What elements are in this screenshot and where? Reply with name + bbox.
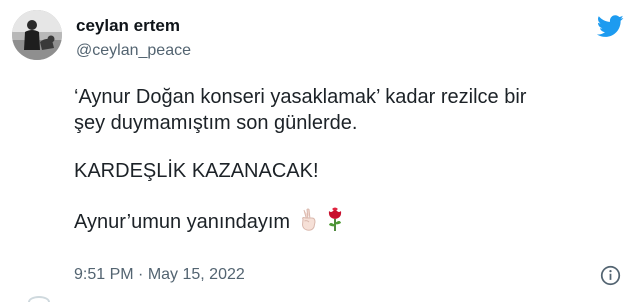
- meta-separator: ·: [133, 266, 148, 283]
- person-with-dog-photo: [12, 10, 62, 60]
- tweet-date: May 15, 2022: [147, 266, 245, 283]
- avatar[interactable]: [12, 10, 62, 60]
- tweet-timestamp[interactable]: 9:51 PM · May 15, 2022: [74, 266, 245, 284]
- tweet-card: ceylan ertem @ceylan_peace ‘Aynur Doğan …: [0, 0, 640, 302]
- victory-hand-emoji: [298, 208, 320, 239]
- tweet-paragraph: KARDEŞLİK KAZANACAK!: [74, 160, 319, 182]
- tweet-paragraph: Aynur’umun yanındayım: [74, 211, 291, 233]
- twitter-bird-icon[interactable]: [597, 15, 624, 38]
- tweet-paragraph: ‘Aynur Doğan konseri yasaklamak’ kadar r…: [74, 86, 527, 134]
- info-icon[interactable]: [600, 265, 621, 286]
- user-handle[interactable]: @ceylan_peace: [76, 42, 191, 60]
- display-name[interactable]: ceylan ertem: [76, 16, 180, 36]
- next-avatar-edge: [28, 296, 50, 302]
- tweet-paragraph-with-emoji: Aynur’umun yanındayım: [74, 206, 614, 239]
- rose-emoji: [326, 206, 344, 239]
- tweet-time: 9:51 PM: [74, 266, 134, 283]
- tweet-text: ‘Aynur Doğan konseri yasaklamak’ kadar r…: [74, 84, 614, 239]
